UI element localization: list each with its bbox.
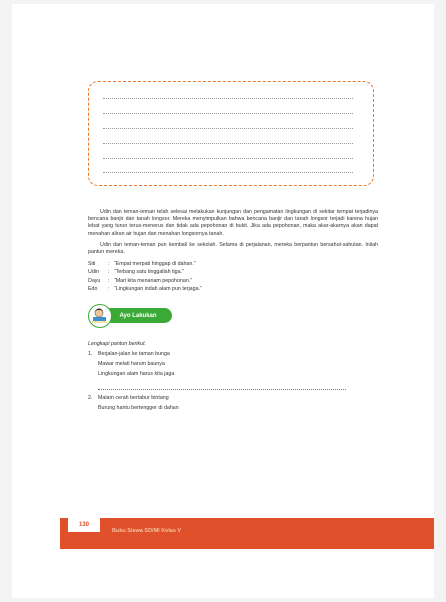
- instruction: Lengkapi pantun berikut.: [88, 341, 147, 347]
- page-number-tab: 130: [66, 512, 102, 534]
- paragraph: Udin dan teman-teman telah selesai melak…: [88, 209, 378, 237]
- answer-line[interactable]: [103, 113, 353, 114]
- answer-line[interactable]: [103, 158, 353, 159]
- pantun-line: Lingkungan alam harus kita jaga: [98, 371, 175, 378]
- dialog-row: Dayu : “Mari kita menanam pepohonan.”: [88, 277, 378, 286]
- dialog-line: “Mari kita menanam pepohonan.”: [114, 277, 193, 284]
- pantun-line: Burung hantu bertengger di dahan: [98, 405, 179, 412]
- activity-content: Lengkapi pantun berikut. 1. Berjalan-jala…: [88, 341, 378, 415]
- dialog-list: Siti : “Empat merpati hinggap di dahan.”…: [88, 260, 378, 294]
- paragraph: Udin dan teman-teman pun kembali ke seko…: [88, 241, 378, 256]
- answer-line[interactable]: [103, 128, 353, 129]
- pantun-item: 2. Malam cerah bertabur bintang Burung ha…: [88, 395, 378, 415]
- dialog-row: Edo : “Lingkungan indah alam pun terjaga…: [88, 286, 378, 295]
- speaker-name: Udin: [88, 269, 99, 276]
- dialog-row: Udin : “Terbang satu tinggallah tiga.”: [88, 269, 378, 278]
- book-title: Buku Siswa SD/MI Kelas V: [112, 528, 182, 534]
- ayo-lakukan-badge: Ayo Lakukan: [88, 304, 248, 330]
- dialog-line: “Lingkungan indah alam pun terjaga.”: [114, 286, 202, 293]
- dialog-row: Siti : “Empat merpati hinggap di dahan.”: [88, 260, 378, 269]
- footer-bar: Buku Siswa SD/MI Kelas V: [60, 518, 434, 549]
- student-writing-icon: [88, 304, 112, 328]
- speaker-name: Edo: [88, 286, 98, 293]
- answer-line[interactable]: [103, 98, 353, 99]
- pantun-number: 1.: [88, 351, 93, 358]
- pantun-line: Berjalan-jalan ke taman bunga: [98, 351, 170, 358]
- pantun-item: 1. Berjalan-jalan ke taman bunga Mawar me…: [88, 351, 378, 391]
- pantun-number: 2.: [88, 395, 93, 402]
- pantun-line-row: 2. Malam cerah bertabur bintang: [88, 395, 378, 405]
- answer-box[interactable]: [88, 81, 374, 186]
- speaker-name: Dayu: [88, 277, 101, 284]
- narrative: Udin dan teman-teman telah selesai melak…: [88, 209, 378, 294]
- answer-line[interactable]: [103, 172, 353, 173]
- pantun-line-row: 1. Berjalan-jalan ke taman bunga: [88, 351, 378, 361]
- pantun-line: Mawar melati harum baunya: [98, 361, 165, 368]
- page-number: 130: [78, 522, 89, 528]
- dialog-line: “Empat merpati hinggap di dahan.”: [114, 260, 196, 267]
- speaker-name: Siti: [88, 260, 96, 267]
- badge-label: Ayo Lakukan: [104, 308, 172, 323]
- pantun-line: Malam cerah bertabur bintang: [98, 395, 169, 402]
- answer-line[interactable]: [103, 143, 353, 144]
- pantun-answer-line[interactable]: [98, 381, 346, 391]
- dialog-line: “Terbang satu tinggallah tiga.”: [114, 269, 184, 276]
